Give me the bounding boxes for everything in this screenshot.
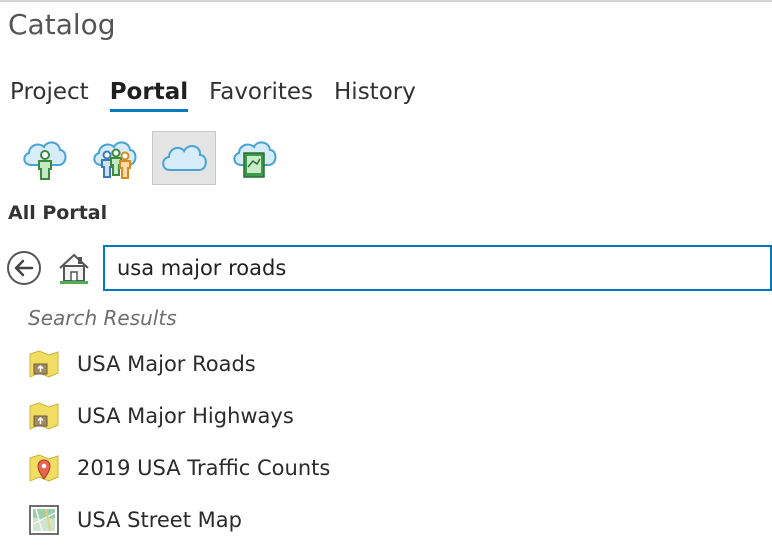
result-label: USA Major Roads <box>77 352 256 376</box>
result-label: USA Major Highways <box>77 404 294 428</box>
feature-layer-icon <box>26 450 62 486</box>
list-item[interactable]: USA Major Highways <box>26 390 766 442</box>
my-content-button[interactable] <box>12 131 76 185</box>
search-box <box>103 245 772 291</box>
home-button[interactable] <box>56 250 92 286</box>
my-groups-icon <box>93 141 137 179</box>
search-results-header: Search Results <box>28 306 177 330</box>
all-portal-button[interactable] <box>152 131 216 185</box>
pane-top-border <box>0 0 772 2</box>
tab-history[interactable]: History <box>334 78 416 112</box>
my-content-icon <box>23 141 67 180</box>
living-atlas-icon <box>233 141 277 178</box>
result-label: USA Street Map <box>77 508 242 532</box>
pane-title: Catalog <box>8 8 116 41</box>
portal-nav-row <box>6 245 772 291</box>
search-results-list: USA Major Roads USA Major Highways 2019 … <box>26 338 766 546</box>
list-item[interactable]: USA Street Map <box>26 494 766 546</box>
all-portal-icon <box>162 145 207 171</box>
portal-view-label: All Portal <box>8 202 108 224</box>
my-groups-button[interactable] <box>82 131 146 185</box>
result-label: 2019 USA Traffic Counts <box>77 456 331 480</box>
search-input[interactable] <box>105 247 770 289</box>
portal-view-toolbar <box>12 131 286 185</box>
list-item[interactable]: 2019 USA Traffic Counts <box>26 442 766 494</box>
tab-project[interactable]: Project <box>10 78 89 112</box>
tab-portal[interactable]: Portal <box>109 78 189 112</box>
back-arrow-icon <box>7 251 41 285</box>
layer-package-icon <box>26 346 62 382</box>
home-icon <box>59 253 89 284</box>
living-atlas-button[interactable] <box>222 131 286 185</box>
back-button[interactable] <box>6 250 42 286</box>
layer-package-icon <box>26 398 62 434</box>
map-image-icon <box>26 502 62 538</box>
catalog-tabs: Project Portal Favorites History <box>10 78 416 112</box>
list-item[interactable]: USA Major Roads <box>26 338 766 390</box>
tab-favorites[interactable]: Favorites <box>209 78 313 112</box>
